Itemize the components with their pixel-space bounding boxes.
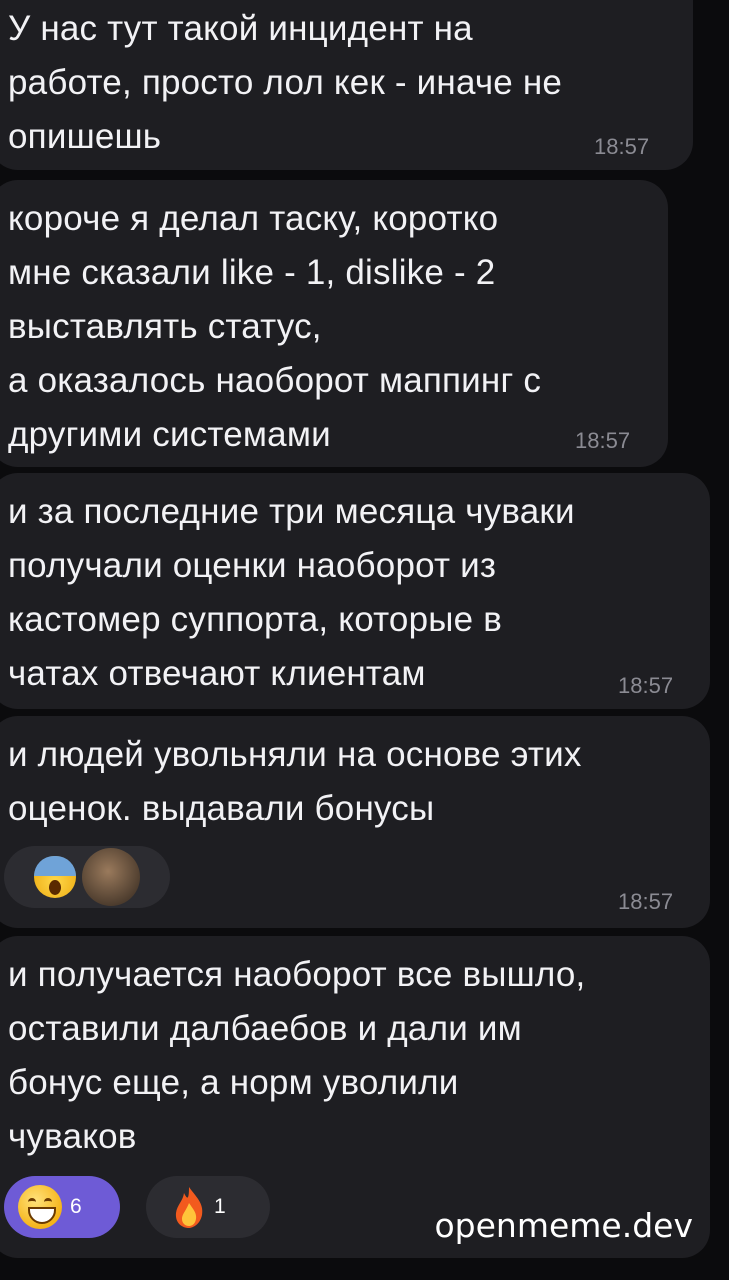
reaction-chip-grin[interactable]: 6 xyxy=(4,1176,120,1238)
message-bubble[interactable]: короче я делал таску, коротко мне сказал… xyxy=(0,180,668,467)
message-text: и людей увольняли на основе этих оценок.… xyxy=(8,735,582,828)
message-bubble[interactable]: и за последние три месяца чуваки получал… xyxy=(0,473,710,709)
reaction-count: 1 xyxy=(214,1195,226,1218)
message-text: У нас тут такой инцидент на работе, прос… xyxy=(8,9,563,156)
message-text: и за последние три месяца чуваки получал… xyxy=(8,492,575,693)
scream-emoji-icon xyxy=(34,856,76,898)
reactor-avatar xyxy=(82,848,140,906)
grin-emoji-icon xyxy=(18,1185,62,1229)
message-text: короче я делал таску, коротко мне сказал… xyxy=(8,199,542,454)
message-time: 18:57 xyxy=(618,673,674,698)
reaction-chip[interactable] xyxy=(4,846,170,908)
chat-area: У нас тут такой инцидент на работе, прос… xyxy=(0,0,729,1280)
watermark: openmeme.dev xyxy=(434,1206,693,1245)
message-bubble[interactable]: и людей увольняли на основе этих оценок.… xyxy=(0,716,710,928)
fire-emoji-icon xyxy=(175,1187,203,1228)
message-time: 18:57 xyxy=(618,889,674,914)
message-bubble[interactable]: У нас тут такой инцидент на работе, прос… xyxy=(0,0,693,170)
message-time: 18:57 xyxy=(575,428,631,453)
reaction-count: 6 xyxy=(70,1195,82,1218)
message-text: и получается наоборот все вышло, оставил… xyxy=(8,955,586,1156)
reaction-chip-fire[interactable]: 1 xyxy=(146,1176,270,1238)
message-time: 18:57 xyxy=(594,134,650,159)
